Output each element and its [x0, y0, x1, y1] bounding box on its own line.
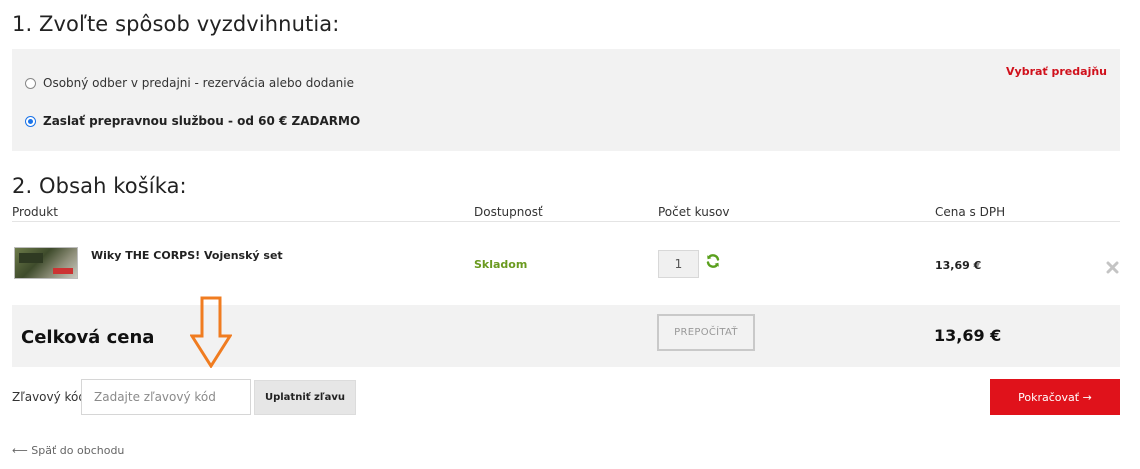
product-name-link[interactable]: Wiky THE CORPS! Vojenský set [91, 249, 283, 262]
column-header-price: Cena s DPH [935, 205, 1006, 219]
apply-coupon-button[interactable]: Uplatniť zľavu [254, 380, 356, 415]
column-header-quantity: Počet kusov [658, 205, 730, 219]
total-price: 13,69 € [934, 326, 1002, 345]
recalculate-button[interactable]: PREPOČÍTAŤ [657, 314, 755, 351]
quantity-input[interactable]: 1 [658, 250, 699, 278]
coupon-label: Zľavový kód: [12, 390, 91, 404]
remove-item-icon[interactable] [1106, 261, 1119, 274]
pickup-options-panel: Osobný odber v predajni - rezervácia ale… [12, 49, 1120, 151]
header-divider [12, 221, 1120, 222]
product-thumbnail[interactable] [14, 247, 78, 279]
down-arrow-icon [190, 296, 232, 368]
refresh-icon[interactable] [705, 253, 721, 269]
cart-section-title: 2. Obsah košíka: [12, 174, 187, 198]
availability-status: Skladom [474, 258, 528, 271]
continue-button[interactable]: Pokračovať → [990, 379, 1120, 415]
pickup-option-shipping[interactable]: Zaslať prepravnou službou - od 60 € ZADA… [25, 114, 360, 128]
pickup-section-title: 1. Zvoľte spôsob vyzdvihnutia: [12, 12, 340, 36]
pickup-option-store[interactable]: Osobný odber v predajni - rezervácia ale… [25, 76, 354, 90]
select-store-link[interactable]: Vybrať predajňu [1006, 65, 1107, 78]
total-label: Celková cena [21, 327, 155, 348]
radio-icon[interactable] [25, 77, 36, 89]
column-header-availability: Dostupnosť [474, 205, 543, 219]
pickup-option-shipping-label: Zaslať prepravnou službou - od 60 € ZADA… [43, 114, 361, 128]
column-header-product: Produkt [12, 205, 58, 219]
back-to-shop-link[interactable]: ⟵ Späť do obchodu [12, 444, 124, 457]
radio-checked-icon[interactable] [25, 115, 36, 127]
coupon-input[interactable] [81, 379, 251, 415]
item-price: 13,69 € [935, 259, 982, 272]
total-panel: Celková cena PREPOČÍTAŤ 13,69 € [12, 305, 1120, 367]
pickup-option-store-label: Osobný odber v predajni - rezervácia ale… [43, 76, 354, 90]
